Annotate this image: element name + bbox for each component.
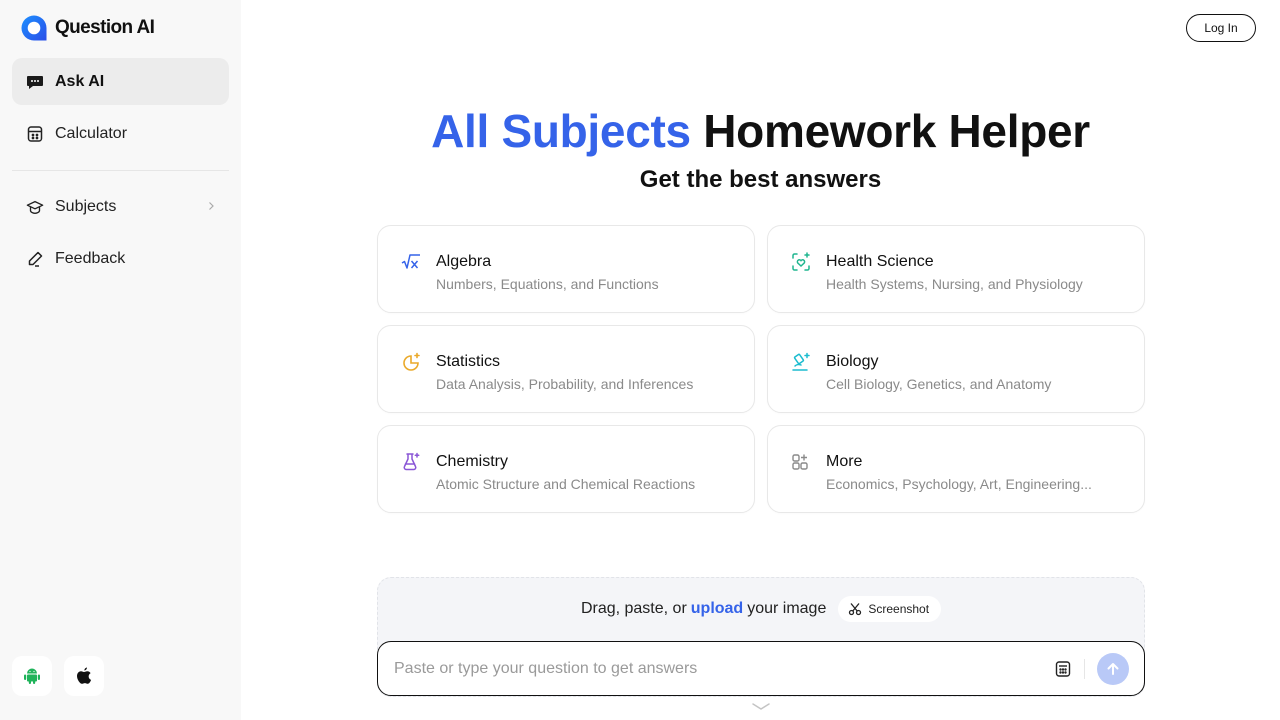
subject-title: Health Science	[826, 253, 934, 270]
upload-link[interactable]: upload	[691, 600, 743, 618]
subject-title: Statistics	[436, 353, 501, 370]
sidebar-item-label: Calculator	[55, 124, 128, 142]
subject-card-algebra[interactable]: Algebra Numbers, Equations, and Function…	[377, 225, 755, 313]
sidebar-item-label: Ask AI	[55, 72, 105, 90]
subject-description: Cell Biology, Genetics, and Anatomy	[826, 376, 1052, 392]
sidebar-divider	[12, 170, 229, 171]
upload-prefix-text: Drag, paste, or	[580, 600, 687, 617]
arrow-up-icon	[1107, 663, 1119, 675]
pencil-icon	[26, 250, 44, 268]
subject-description: Economics, Psychology, Art, Engineering.…	[826, 476, 1092, 492]
page-title-rest: Homework Helper	[703, 105, 1090, 157]
subject-title: More	[826, 453, 863, 470]
subject-title: Biology	[826, 353, 879, 370]
subject-description: Atomic Structure and Chemical Reactions	[436, 476, 696, 492]
subject-description: Data Analysis, Probability, and Inferenc…	[436, 376, 694, 392]
subject-description: Numbers, Equations, and Functions	[436, 276, 659, 292]
sidebar-item-subjects[interactable]: Subjects	[12, 183, 229, 230]
page-title-accent: All Subjects	[431, 105, 691, 157]
question-ai-logo-icon	[21, 15, 47, 41]
subject-card-health-science[interactable]: Health Science Health Systems, Nursing, …	[767, 225, 1145, 313]
chat-bubble-icon	[26, 73, 44, 91]
square-root-icon	[401, 252, 421, 272]
subject-description: Health Systems, Nursing, and Physiology	[826, 276, 1083, 292]
sidebar-item-feedback[interactable]: Feedback	[12, 235, 229, 282]
screenshot-button[interactable]: Screenshot	[838, 596, 942, 622]
subject-card-more[interactable]: More Economics, Psychology, Art, Enginee…	[767, 425, 1145, 513]
sidebar-item-calculator[interactable]: Calculator	[12, 110, 229, 157]
screenshot-label: Screenshot	[868, 602, 930, 616]
input-separator	[1084, 659, 1085, 679]
grid-plus-icon	[791, 452, 811, 472]
logo[interactable]: Question AI	[20, 14, 155, 42]
page-subtitle: Get the best answers	[639, 166, 882, 193]
upload-suffix-text: your image	[747, 600, 827, 617]
subject-title: Algebra	[436, 253, 492, 270]
question-input[interactable]	[394, 642, 1034, 695]
sidebar: Question AI Ask AI Calculator Subjects F…	[0, 0, 241, 720]
android-icon	[24, 668, 40, 684]
question-input-container	[377, 641, 1145, 696]
brand-name: Question AI	[55, 17, 155, 38]
apple-icon	[77, 667, 92, 684]
upload-prompt: Drag, paste, or upload your image Screen…	[377, 596, 1145, 622]
subject-title: Chemistry	[436, 453, 509, 470]
chevron-down-icon[interactable]	[751, 702, 771, 712]
app-root: Question AI Ask AI Calculator Subjects F…	[0, 0, 1280, 720]
sidebar-item-ask-ai[interactable]: Ask AI	[12, 58, 229, 105]
sidebar-item-label: Feedback	[55, 249, 126, 267]
pie-chart-sparkle-icon	[401, 352, 421, 372]
sidebar-item-label: Subjects	[55, 197, 117, 215]
page-title: All Subjects Homework Helper	[241, 104, 1280, 158]
scissors-icon	[849, 603, 862, 616]
flask-icon	[401, 452, 421, 472]
heart-scan-icon	[791, 252, 811, 272]
graduation-cap-icon	[26, 198, 44, 216]
microscope-icon	[791, 352, 811, 372]
subject-card-statistics[interactable]: Statistics Data Analysis, Probability, a…	[377, 325, 755, 413]
subject-card-biology[interactable]: Biology Cell Biology, Genetics, and Anat…	[767, 325, 1145, 413]
send-button[interactable]	[1097, 653, 1129, 685]
subject-card-chemistry[interactable]: Chemistry Atomic Structure and Chemical …	[377, 425, 755, 513]
ios-app-button[interactable]	[64, 656, 104, 696]
login-button[interactable]: Log In	[1186, 14, 1256, 42]
calculator-icon[interactable]	[1054, 660, 1072, 678]
android-app-button[interactable]	[12, 656, 52, 696]
chevron-right-icon	[209, 202, 214, 210]
calculator-icon	[26, 125, 44, 143]
